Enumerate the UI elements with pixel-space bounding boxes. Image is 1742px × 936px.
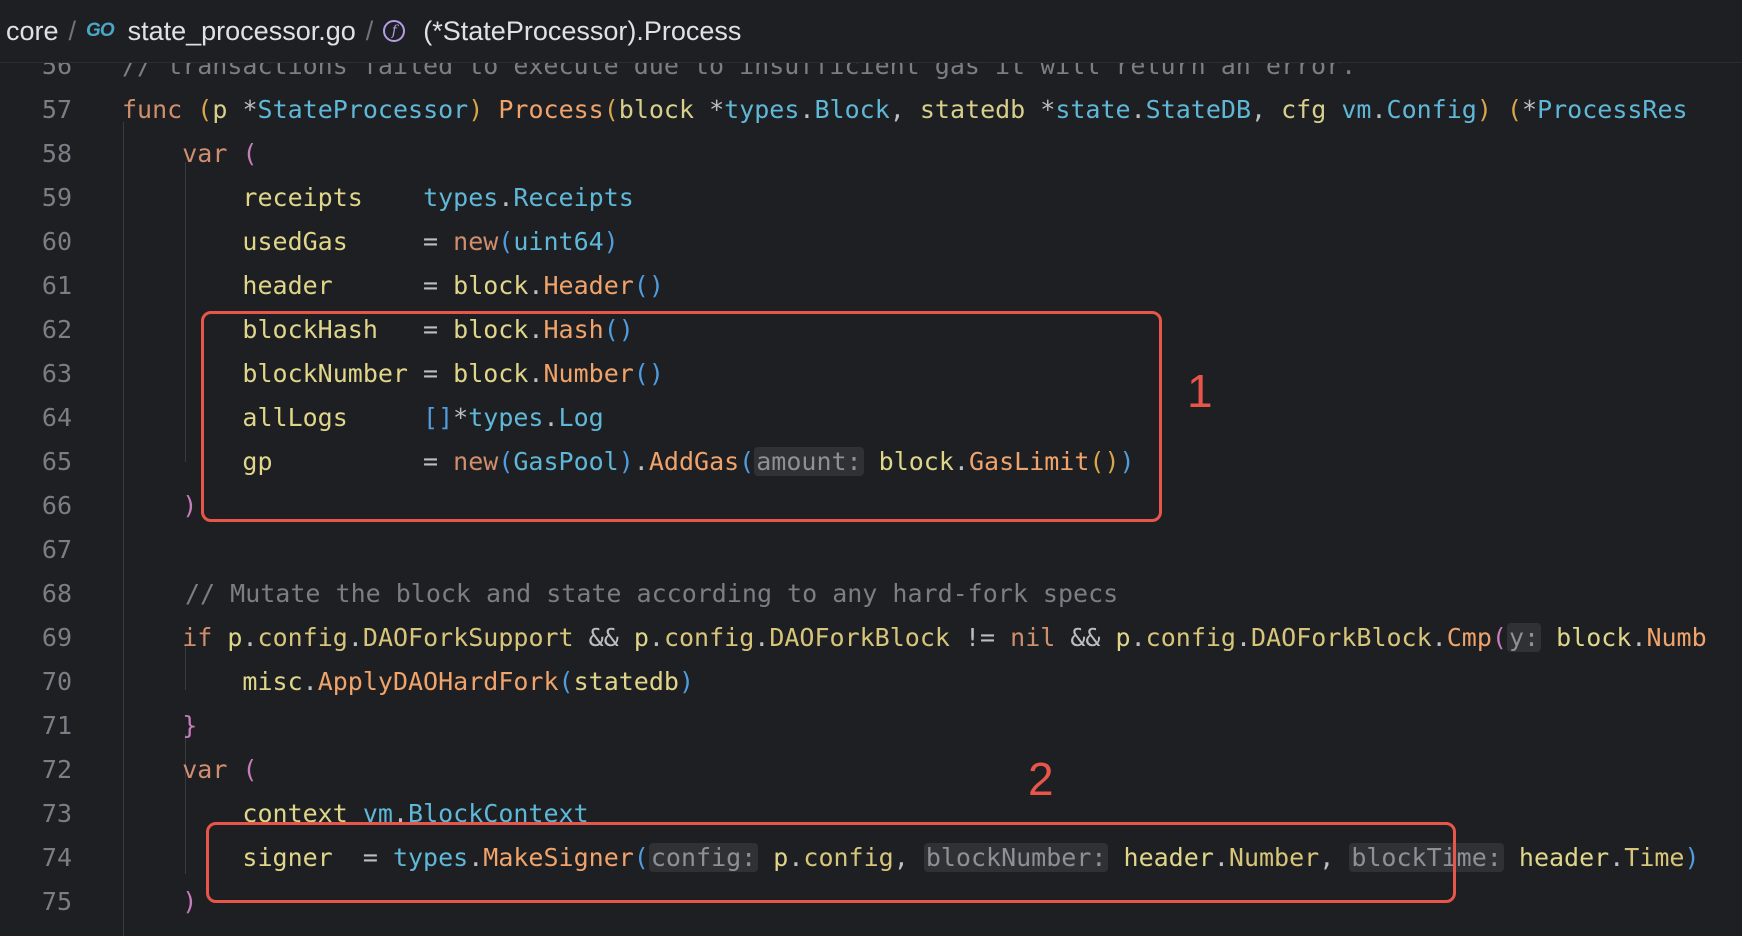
breadcrumb: core / GO state_processor.go / f (*State… xyxy=(0,0,1742,63)
code-line-var-close: ) xyxy=(182,491,198,520)
code-line-var2-close: ) xyxy=(182,887,198,916)
code-line-if-daofork: if p.config.DAOForkSupport && p.config.D… xyxy=(182,623,1707,652)
line-number: 59 xyxy=(41,183,72,212)
line-number: 70 xyxy=(41,667,72,696)
line-number: 57 xyxy=(41,95,72,124)
function-icon: f xyxy=(383,20,406,42)
line-number: 58 xyxy=(41,139,72,168)
breadcrumb-function[interactable]: (*StateProcessor).Process xyxy=(423,16,741,47)
line-number: 64 xyxy=(41,403,72,432)
line-number: 61 xyxy=(41,271,72,300)
line-number: 66 xyxy=(41,491,72,520)
code-line-header: header = block.Header() xyxy=(242,271,664,300)
line-number: 71 xyxy=(41,711,72,740)
code-line-var-open: var ( xyxy=(182,139,258,168)
code-line-usedgas: usedGas = new(uint64) xyxy=(242,227,619,256)
annotation-box-2 xyxy=(206,822,1456,903)
line-number: 67 xyxy=(41,535,72,564)
annotation-label-1: 1 xyxy=(1187,365,1213,417)
code-line-var2-open: var ( xyxy=(182,755,258,784)
breadcrumb-separator: / xyxy=(365,15,374,46)
line-number: 72 xyxy=(41,755,72,784)
line-number: 62 xyxy=(41,315,72,344)
line-number: 74 xyxy=(41,843,72,872)
code-line-receipts: receipts types.Receipts xyxy=(242,183,634,212)
go-file-icon: GO xyxy=(86,20,115,41)
line-number: 75 xyxy=(41,887,72,916)
line-number: 63 xyxy=(41,359,72,388)
code-editor[interactable]: 56 57 58 59 60 61 62 63 64 65 66 67 68 6… xyxy=(0,50,1742,936)
line-number: 65 xyxy=(41,447,72,476)
line-number: 69 xyxy=(41,623,72,652)
code-line-comment: // Mutate the block and state according … xyxy=(185,579,1119,608)
breadcrumb-root[interactable]: core xyxy=(6,16,59,47)
breadcrumb-file[interactable]: state_processor.go xyxy=(128,16,356,47)
line-number: 73 xyxy=(41,799,72,828)
line-number: 60 xyxy=(41,227,72,256)
annotation-label-2: 2 xyxy=(1028,753,1054,805)
breadcrumb-separator: / xyxy=(68,15,77,46)
line-number: 68 xyxy=(41,579,72,608)
code-line-if-close: } xyxy=(182,711,198,740)
annotation-box-1 xyxy=(201,311,1162,522)
code-line-func-signature: func (p *StateProcessor) Process(block *… xyxy=(122,95,1688,124)
code-line-applydao: misc.ApplyDAOHardFork(statedb) xyxy=(242,667,695,696)
